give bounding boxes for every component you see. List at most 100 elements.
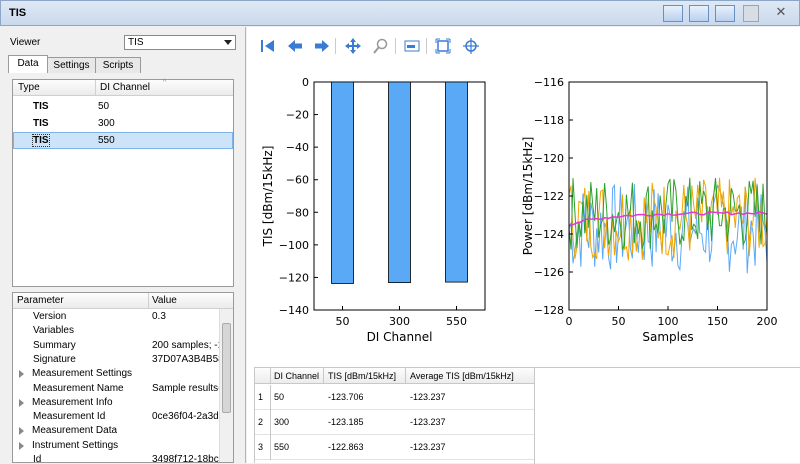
y-tick-label: −124	[534, 228, 564, 241]
viewer-label: Viewer	[10, 37, 41, 48]
x-axis-label: Samples	[642, 330, 693, 344]
x-axis-label: DI Channel	[367, 330, 433, 344]
header-di-channel[interactable]: DI Channel	[274, 371, 319, 381]
tab-settings[interactable]: Settings	[47, 57, 96, 73]
y-tick-label: −20	[286, 109, 309, 122]
bar	[388, 81, 411, 284]
parameter-value: 37D07A3B4B58F	[152, 353, 219, 365]
toolbar-separator	[395, 38, 396, 54]
parameter-row[interactable]: Id 3498f712-18bc-	[13, 453, 219, 463]
pan-icon[interactable]	[344, 37, 362, 55]
results-row[interactable]: 2 300 -123.185 -123.237	[255, 410, 534, 435]
parameter-name: Measurement Id	[33, 411, 106, 423]
parameter-row[interactable]: Measurement Data	[13, 424, 219, 438]
parameter-table-header: Parameter Value	[13, 293, 233, 309]
type-row-1[interactable]: TIS 50	[13, 98, 233, 115]
window-title-bar: TIS ✕	[0, 0, 800, 26]
x-tick-label: 0	[566, 315, 573, 328]
results-row[interactable]: 1 50 -123.706 -123.237	[255, 385, 534, 410]
results-row[interactable]: 3 550 -122.863 -123.237	[255, 435, 534, 460]
charts: 0 −20 −40 −60 −80 −100 −120 −140 50 300 550 DI Chan…	[261, 76, 778, 344]
parameter-name: Instrument Settings	[32, 439, 119, 451]
zoom-rect-icon[interactable]	[434, 37, 452, 55]
expand-arrow-icon[interactable]	[19, 398, 24, 407]
back-arrow-icon[interactable]	[286, 37, 304, 55]
type-cell: TIS	[32, 134, 50, 147]
y-tick-label: −140	[279, 304, 309, 317]
viewer-select[interactable]: TIS	[124, 35, 236, 50]
edit-axes-icon[interactable]	[462, 37, 480, 55]
tab-data[interactable]: Data	[8, 55, 48, 73]
parameter-row[interactable]: Instrument Settings	[13, 439, 219, 453]
expand-arrow-icon[interactable]	[19, 427, 24, 436]
channel-cell: 550	[98, 135, 115, 146]
y-tick-label: −122	[534, 190, 564, 203]
parameter-row[interactable]: Variables	[13, 324, 219, 338]
header-di-channel[interactable]: DI Channel	[100, 82, 150, 93]
line-chart-frame	[568, 81, 768, 311]
header-average-tis[interactable]: Average TIS [dBm/15kHz]	[410, 371, 514, 381]
parameter-name: Variables	[33, 325, 74, 337]
parameter-row[interactable]: Signature 37D07A3B4B58F	[13, 353, 219, 367]
chevron-down-icon[interactable]	[224, 40, 232, 45]
configure-subplots-icon[interactable]	[403, 37, 421, 55]
tab-scripts[interactable]: Scripts	[95, 57, 141, 73]
channel-cell: 550	[274, 442, 290, 452]
expand-arrow-icon[interactable]	[19, 441, 24, 450]
parameter-value: 3498f712-18bc-	[152, 454, 219, 463]
type-table-header: Type DI Channel ^	[13, 79, 233, 96]
type-table: Type DI Channel ^ TIS 50 TIS 300 TIS 550	[12, 79, 234, 287]
layout-table-button[interactable]	[663, 5, 683, 22]
type-row-2[interactable]: TIS 300	[13, 115, 233, 132]
zoom-icon[interactable]	[372, 37, 390, 55]
results-table: DI Channel TIS [dBm/15kHz] Average TIS […	[254, 367, 800, 464]
bar	[445, 81, 468, 283]
parameter-value: 200 samples; -1	[152, 339, 219, 351]
y-tick-label: −120	[279, 271, 309, 284]
type-cell: TIS	[33, 118, 49, 129]
header-type[interactable]: Type	[18, 82, 40, 93]
parameter-row[interactable]: Measurement Info	[13, 396, 219, 410]
close-icon[interactable]: ✕	[773, 6, 789, 22]
header-tis[interactable]: TIS [dBm/15kHz]	[328, 371, 396, 381]
scrollbar-thumb[interactable]	[222, 323, 231, 413]
parameter-row[interactable]: Measurement Id 0ce36f04-2a3d-	[13, 410, 219, 424]
window-title: TIS	[9, 7, 27, 19]
scrollbar[interactable]	[219, 309, 233, 462]
toolbar-separator	[335, 38, 336, 54]
tab-scripts-label: Scripts	[102, 60, 134, 71]
parameter-name: Measurement Info	[32, 396, 113, 408]
average-tis-cell: -123.237	[410, 392, 446, 402]
average-tis-cell: -123.237	[410, 442, 446, 452]
parameter-name: Version	[33, 311, 67, 322]
toolbar-separator	[426, 38, 427, 54]
layout-panel-button[interactable]	[715, 5, 735, 22]
tis-cell: -122.863	[328, 442, 364, 452]
parameter-row[interactable]: Version 0.3	[13, 310, 219, 324]
parameter-row[interactable]: Measurement Name Sample results-	[13, 382, 219, 396]
y-axis-label: TIS [dBm/15kHz]	[261, 146, 275, 248]
layout-window-button[interactable]	[743, 5, 759, 22]
parameter-table: Parameter Value Version 0.3 Variables Summa…	[12, 292, 234, 463]
layout-chart-button[interactable]	[689, 5, 709, 22]
y-tick-label: −128	[534, 304, 564, 317]
y-axis-label: Power [dBm/15kHz]	[521, 137, 535, 256]
channel-cell: 300	[274, 417, 290, 427]
tis-cell: -123.706	[328, 392, 364, 402]
parameter-row[interactable]: Summary 200 samples; -1	[13, 339, 219, 353]
row-index: 3	[258, 442, 264, 452]
y-tick-label: 0	[302, 76, 309, 89]
type-row-3[interactable]: TIS 550	[13, 132, 233, 149]
header-parameter[interactable]: Parameter	[17, 295, 64, 306]
x-tick-label: 50	[612, 315, 626, 328]
type-cell: TIS	[33, 101, 49, 112]
x-tick-label: 550	[446, 315, 467, 328]
home-icon[interactable]	[259, 37, 277, 55]
row-index: 1	[258, 392, 264, 402]
forward-arrow-icon[interactable]	[313, 37, 331, 55]
header-value[interactable]: Value	[152, 295, 177, 306]
parameter-row[interactable]: Measurement Settings	[13, 367, 219, 381]
tis-cell: -123.185	[328, 417, 364, 427]
expand-arrow-icon[interactable]	[19, 370, 24, 379]
parameter-value: 0.3	[152, 311, 166, 322]
